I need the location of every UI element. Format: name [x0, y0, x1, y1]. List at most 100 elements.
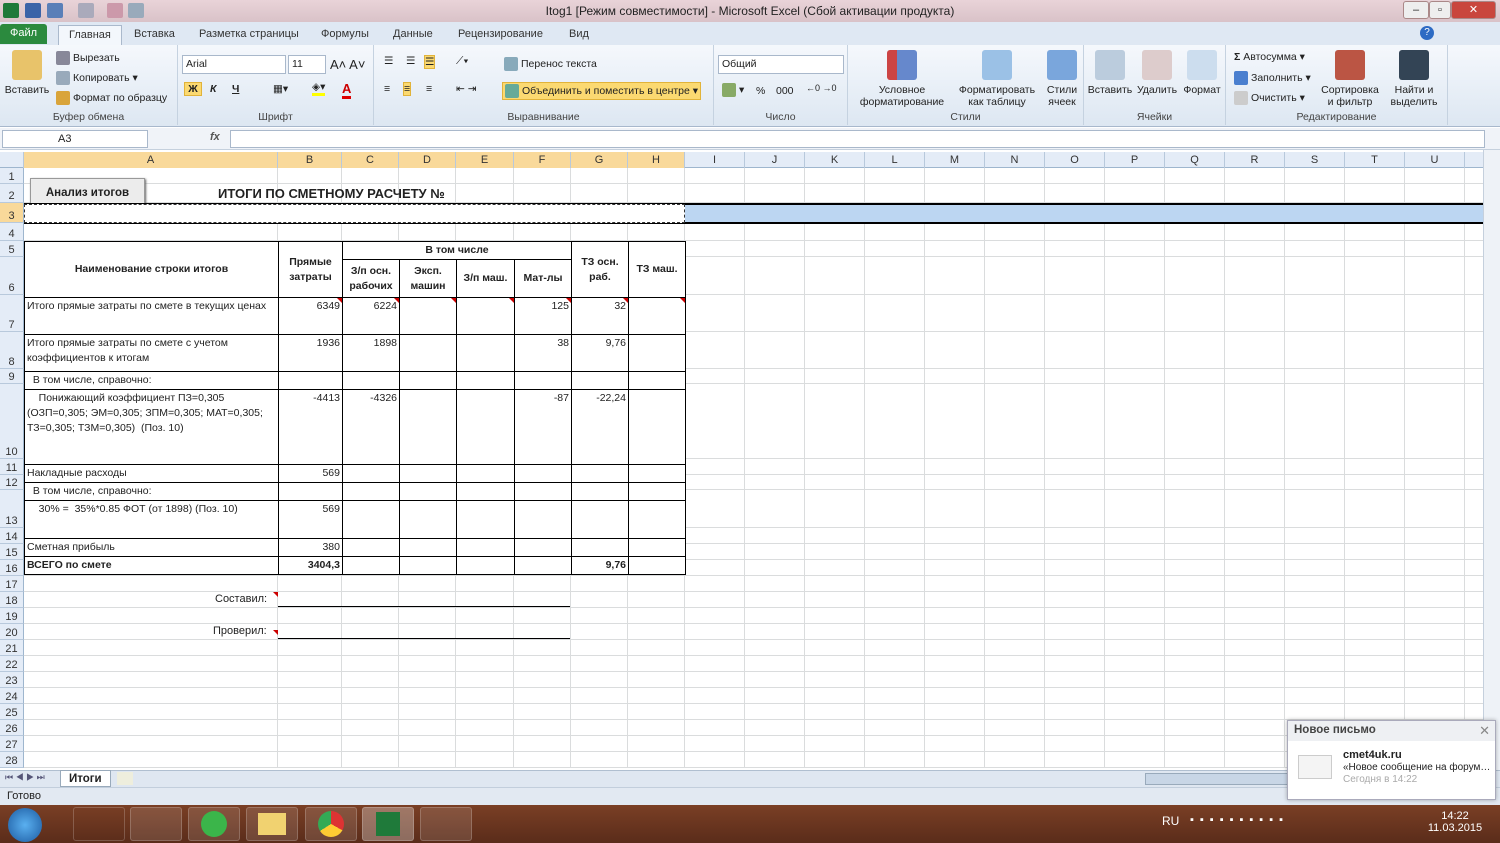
- row-header-9[interactable]: 9: [0, 369, 24, 384]
- cell-direct[interactable]: [278, 482, 343, 501]
- maximize-button[interactable]: ▫: [1429, 1, 1451, 19]
- row-header-10[interactable]: 10: [0, 384, 24, 459]
- cell-tz[interactable]: [571, 538, 629, 557]
- cell-direct[interactable]: 1936: [278, 334, 343, 372]
- cell-exp[interactable]: [399, 482, 457, 501]
- row-header-11[interactable]: 11: [0, 459, 24, 475]
- tray-icons[interactable]: ▪▪▪▪▪▪▪▪▪▪: [1190, 814, 1289, 826]
- row-header-13[interactable]: 13: [0, 490, 24, 528]
- cell-tzm[interactable]: [628, 556, 686, 575]
- cell-zp[interactable]: [342, 371, 400, 390]
- cell-exp[interactable]: [399, 500, 457, 539]
- cell-tzm[interactable]: [628, 389, 686, 465]
- row-header-18[interactable]: 18: [0, 592, 24, 608]
- tab-data[interactable]: Данные: [383, 25, 443, 45]
- cell-mat[interactable]: [514, 464, 572, 483]
- cell-mat[interactable]: [514, 538, 572, 557]
- format-painter-button[interactable]: Формат по образцу: [56, 91, 167, 105]
- row-header-16[interactable]: 16: [0, 560, 24, 576]
- row-header-2[interactable]: 2: [0, 184, 24, 203]
- tab-formulas[interactable]: Формулы: [311, 25, 379, 45]
- close-notification-icon[interactable]: ✕: [1479, 723, 1490, 739]
- explorer-icon[interactable]: [246, 807, 298, 841]
- tab-page-layout[interactable]: Разметка страницы: [189, 25, 309, 45]
- delete-cells-button[interactable]: Удалить: [1134, 50, 1180, 96]
- column-header-E[interactable]: E: [456, 152, 514, 168]
- formula-input[interactable]: [230, 130, 1485, 148]
- decimal-icons[interactable]: ←0 →0: [806, 83, 837, 93]
- cell-name[interactable]: Итого прямые затраты по смете в текущих …: [24, 297, 279, 335]
- clear-button[interactable]: Очистить ▾: [1234, 91, 1305, 105]
- font-grow-button[interactable]: A˄ A˅: [330, 57, 365, 72]
- align-right-icon[interactable]: ≡: [426, 83, 432, 95]
- cell-tzm[interactable]: [628, 464, 686, 483]
- row-header-12[interactable]: 12: [0, 475, 24, 490]
- cell-tzm[interactable]: [628, 538, 686, 557]
- italic-button[interactable]: К: [210, 83, 216, 95]
- row-header-6[interactable]: 6: [0, 257, 24, 295]
- bold-button[interactable]: Ж: [184, 82, 202, 96]
- row-header-5[interactable]: 5: [0, 241, 24, 257]
- currency-icon[interactable]: ▾: [722, 83, 744, 97]
- column-header-M[interactable]: M: [925, 152, 985, 168]
- column-header-S[interactable]: S: [1285, 152, 1345, 168]
- align-bottom-icon[interactable]: ☰: [424, 55, 436, 69]
- row-header-15[interactable]: 15: [0, 544, 24, 560]
- thousands-button[interactable]: 000: [776, 85, 794, 97]
- sheet-nav-arrows[interactable]: ⏮ ◀ ▶ ⏭: [5, 772, 45, 783]
- sheet-tab-itogi[interactable]: Итоги: [60, 770, 111, 787]
- cell-exp[interactable]: [399, 538, 457, 557]
- font-name-select[interactable]: Arial: [182, 55, 286, 74]
- font-color-icon[interactable]: A: [342, 81, 352, 99]
- column-header-P[interactable]: P: [1105, 152, 1165, 168]
- cell-exp[interactable]: [399, 334, 457, 372]
- row-header-8[interactable]: 8: [0, 332, 24, 369]
- cell-zpm[interactable]: [456, 464, 515, 483]
- column-header-A[interactable]: A: [24, 152, 278, 168]
- percent-button[interactable]: %: [756, 85, 765, 97]
- cell-exp[interactable]: [399, 371, 457, 390]
- row-header-3[interactable]: 3: [0, 203, 24, 223]
- row-header-27[interactable]: 27: [0, 736, 24, 752]
- row-header-23[interactable]: 23: [0, 672, 24, 688]
- cell-mat[interactable]: 38: [514, 334, 572, 372]
- cell-tz[interactable]: 9,76: [571, 556, 629, 575]
- cell-direct[interactable]: 380: [278, 538, 343, 557]
- cell-zpm[interactable]: [456, 482, 515, 501]
- cell-name[interactable]: В том числе, справочно:: [24, 482, 279, 501]
- cell-zpm[interactable]: [456, 334, 515, 372]
- cell-mat[interactable]: [514, 482, 572, 501]
- column-header-L[interactable]: L: [865, 152, 925, 168]
- cell-exp[interactable]: [399, 464, 457, 483]
- cell-direct[interactable]: 3404,3: [278, 556, 343, 575]
- app-grid-icon[interactable]: [130, 807, 182, 841]
- column-header-T[interactable]: T: [1345, 152, 1405, 168]
- cell-name[interactable]: 30% = 35%*0.85 ФОТ (от 1898) (Поз. 10): [24, 500, 279, 539]
- align-middle-icon[interactable]: ☰: [406, 55, 415, 67]
- row-header-4[interactable]: 4: [0, 223, 24, 241]
- align-left-icon[interactable]: ≡: [384, 83, 390, 95]
- insert-function-button[interactable]: fx: [210, 131, 220, 143]
- tab-home[interactable]: Главная: [58, 25, 122, 45]
- name-box[interactable]: A3: [2, 130, 148, 148]
- help-icon[interactable]: ?: [1420, 26, 1434, 40]
- insert-cells-button[interactable]: Вставить: [1086, 50, 1134, 96]
- row-header-7[interactable]: 7: [0, 295, 24, 332]
- cell-name[interactable]: ВСЕГО по смете: [24, 556, 279, 575]
- column-header-J[interactable]: J: [745, 152, 805, 168]
- cell-zpm[interactable]: [456, 297, 515, 335]
- cell-zp[interactable]: [342, 464, 400, 483]
- checked-signature-line[interactable]: [278, 638, 570, 639]
- align-center-icon[interactable]: ≡: [403, 82, 412, 96]
- cell-zp[interactable]: [342, 500, 400, 539]
- select-all-corner[interactable]: [0, 152, 24, 168]
- row-header-25[interactable]: 25: [0, 704, 24, 720]
- minimize-button[interactable]: –: [1403, 1, 1429, 19]
- cell-direct[interactable]: 569: [278, 464, 343, 483]
- underline-button[interactable]: Ч: [232, 83, 239, 95]
- fill-button[interactable]: Заполнить ▾: [1234, 71, 1311, 85]
- cell-tz[interactable]: 32: [571, 297, 629, 335]
- font-size-select[interactable]: 11: [288, 55, 326, 74]
- row-header-14[interactable]: 14: [0, 528, 24, 544]
- column-header-B[interactable]: B: [278, 152, 342, 168]
